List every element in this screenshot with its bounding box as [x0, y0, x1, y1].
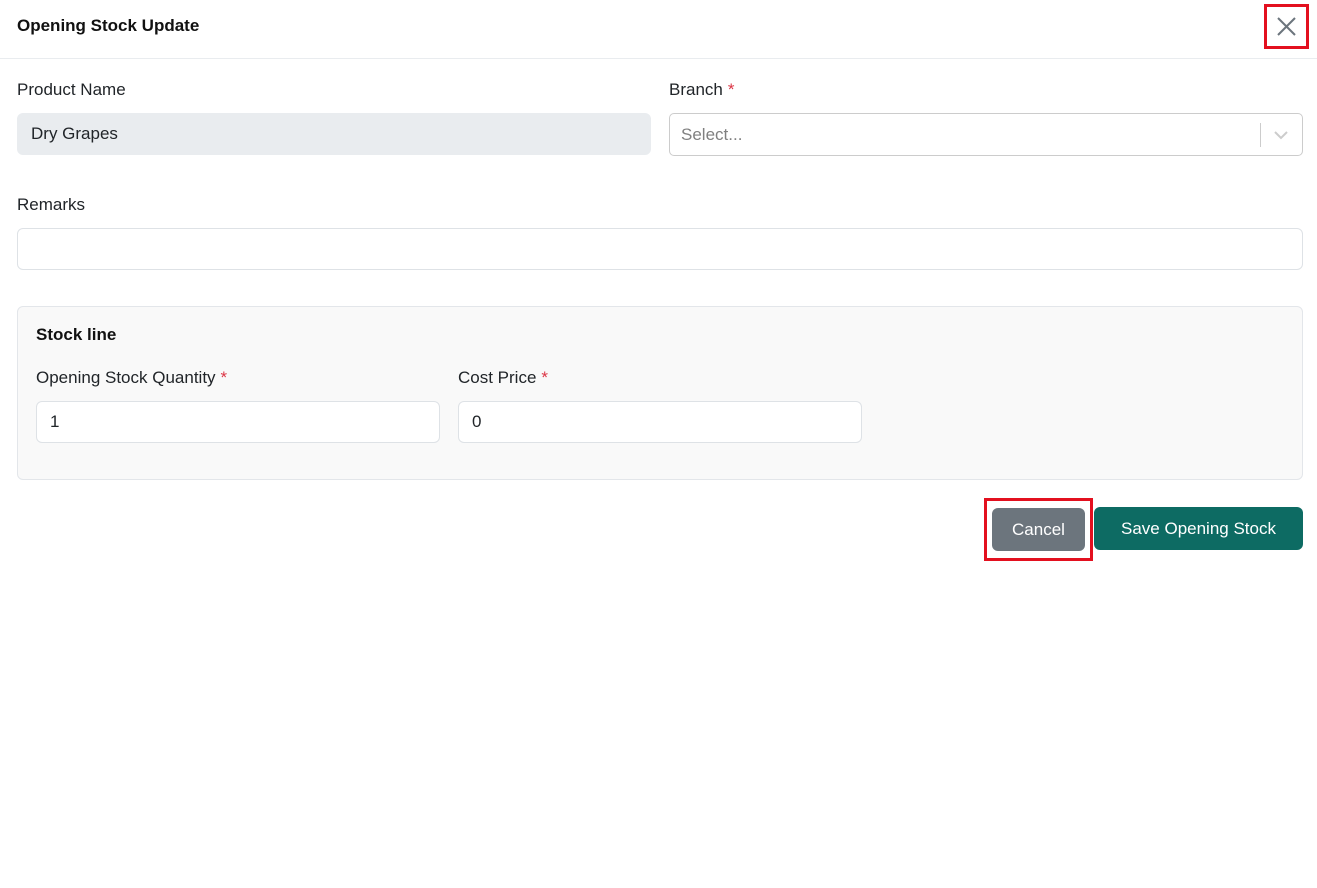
chevron-down-icon[interactable]: [1272, 126, 1290, 144]
close-button[interactable]: [1264, 4, 1309, 49]
stock-line-card: Stock line Opening Stock Quantity* Cost …: [17, 306, 1303, 480]
modal-header: Opening Stock Update: [0, 0, 1317, 59]
required-marker: *: [541, 368, 549, 387]
branch-label: Branch *: [669, 80, 735, 100]
cancel-highlight: Cancel: [984, 498, 1093, 561]
product-name-label: Product Name: [17, 80, 126, 99]
opening-stock-quantity-input[interactable]: [36, 401, 440, 443]
product-name-field[interactable]: [17, 113, 651, 155]
opening-stock-quantity-label: Opening Stock Quantity *: [36, 368, 227, 388]
select-separator: [1260, 123, 1261, 147]
close-icon: [1277, 17, 1296, 36]
opening-stock-quantity-label-text: Opening Stock Quantity: [36, 368, 216, 387]
cancel-button[interactable]: Cancel: [992, 508, 1085, 551]
branch-label-text: Branch: [669, 80, 723, 99]
save-opening-stock-button[interactable]: Save Opening Stock: [1094, 507, 1303, 550]
branch-select[interactable]: Select...: [669, 113, 1303, 156]
cost-price-label-text: Cost Price: [458, 368, 537, 387]
remarks-input[interactable]: [17, 228, 1303, 270]
cost-price-input[interactable]: [458, 401, 862, 443]
branch-select-placeholder: Select...: [681, 125, 743, 144]
modal-title: Opening Stock Update: [17, 16, 200, 35]
cost-price-label: Cost Price *: [458, 368, 548, 388]
remarks-label: Remarks: [17, 195, 86, 214]
required-marker: *: [220, 368, 228, 387]
required-marker: *: [727, 80, 735, 99]
stock-line-title: Stock line: [36, 325, 117, 344]
